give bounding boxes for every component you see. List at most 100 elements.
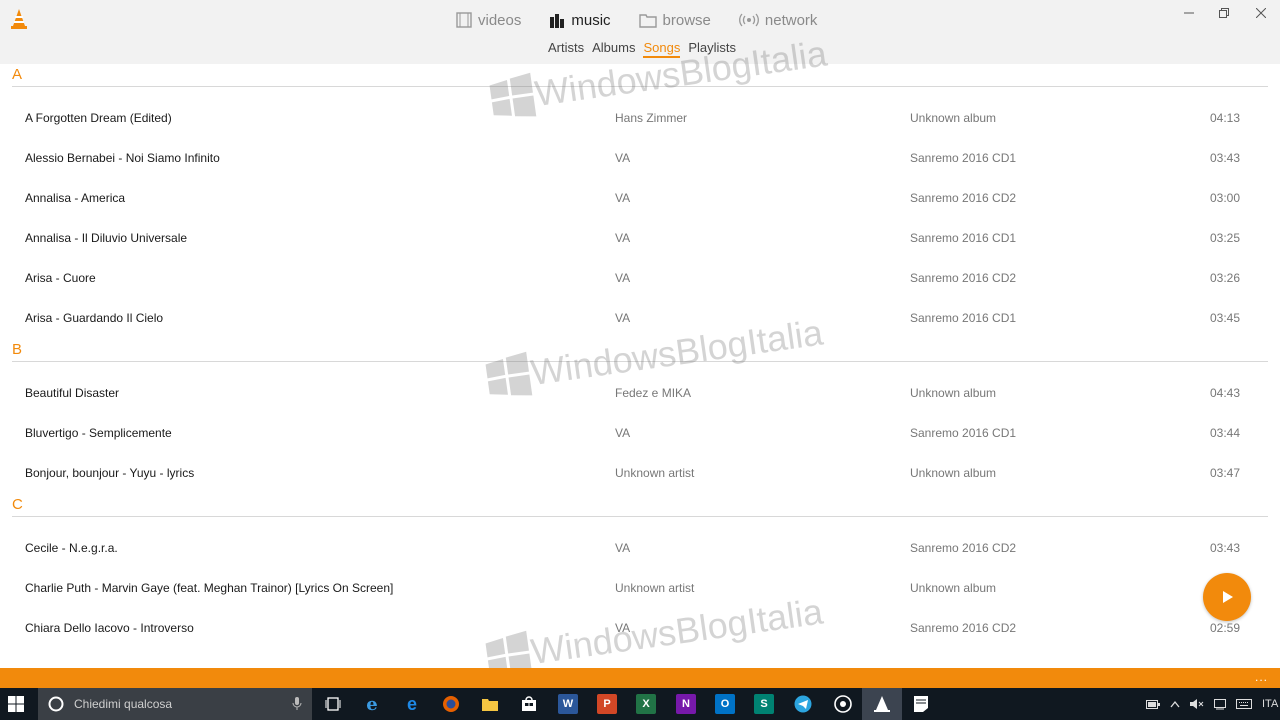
song-artist: Hans Zimmer: [615, 111, 688, 125]
close-button[interactable]: [1252, 4, 1270, 22]
song-duration: 03:43: [1209, 151, 1240, 165]
vlc-icon[interactable]: [872, 694, 892, 714]
nav-network[interactable]: network: [738, 8, 817, 32]
song-row[interactable]: Annalisa - America VA Sanremo 2016 CD2 03:0…: [0, 179, 1280, 219]
notification-icon[interactable]: [1214, 698, 1226, 710]
tab-songs[interactable]: Songs: [643, 40, 681, 58]
song-duration: 03:44: [1209, 426, 1240, 440]
cortana-search-box[interactable]: Chiedimi qualcosa: [38, 688, 312, 720]
song-title: Annalisa - America: [25, 191, 126, 205]
windows-taskbar: Chiedimi qualcosa e e W P X N O S ITA: [0, 688, 1280, 720]
song-album: Unknown album: [910, 581, 997, 595]
group-letter[interactable]: A: [0, 64, 1280, 86]
volume-muted-icon[interactable]: [1190, 698, 1204, 710]
store-icon[interactable]: [519, 694, 539, 714]
song-artist: VA: [615, 151, 631, 165]
close-icon: [1256, 8, 1266, 18]
nav-videos[interactable]: videos: [456, 8, 521, 32]
song-title: Bluvertigo - Semplicemente: [25, 426, 172, 440]
song-row[interactable]: Chiara Dello Iacovo - Introverso VA Sanrem…: [0, 609, 1280, 649]
song-row[interactable]: Arisa - Guardando Il Cielo VA Sanremo 2016…: [0, 299, 1280, 339]
film-icon: [456, 12, 472, 28]
nav-music[interactable]: music: [549, 8, 611, 32]
song-row[interactable]: A Forgotten Dream (Edited) Hans Zimmer Unk…: [0, 99, 1280, 139]
excel-icon[interactable]: X: [636, 694, 656, 714]
song-album: Unknown album: [910, 466, 997, 480]
word-icon[interactable]: W: [558, 694, 578, 714]
play-button[interactable]: [1203, 573, 1251, 621]
more-options-button[interactable]: ...: [1255, 670, 1268, 684]
song-title: Beautiful Disaster: [25, 386, 120, 400]
vlc-logo-icon: [11, 9, 27, 29]
song-title: A Forgotten Dream (Edited): [25, 111, 172, 125]
song-album: Unknown album: [910, 386, 997, 400]
song-artist: Unknown artist: [615, 466, 695, 480]
onenote-icon[interactable]: N: [676, 694, 696, 714]
song-title: Arisa - Cuore: [25, 271, 96, 285]
song-row[interactable]: Beautiful Disaster Fedez e MIKA Unknown al…: [0, 374, 1280, 414]
nav-music-label: music: [571, 11, 611, 29]
song-duration: 03:26: [1209, 271, 1240, 285]
restore-icon: [1219, 8, 1229, 18]
music-sub-navigation: Artists Albums Songs Playlists: [548, 40, 744, 58]
microphone-icon[interactable]: [292, 697, 302, 711]
song-duration: 04:13: [1209, 111, 1240, 125]
song-album: Sanremo 2016 CD1: [910, 231, 1017, 245]
song-album: Sanremo 2016 CD1: [910, 311, 1017, 325]
song-row[interactable]: Annalisa - Il Diluvio Universale VA Sanrem…: [0, 219, 1280, 259]
nav-browse[interactable]: browse: [638, 8, 711, 32]
song-album: Sanremo 2016 CD2: [910, 191, 1017, 205]
tab-artists[interactable]: Artists: [548, 40, 584, 58]
input-language[interactable]: ITA: [1262, 698, 1278, 710]
song-row[interactable]: Alessio Bernabei - Noi Siamo Infinito VA S…: [0, 139, 1280, 179]
song-duration: 03:47: [1209, 466, 1240, 480]
show-hidden-icons-icon[interactable]: [1170, 700, 1180, 708]
internet-explorer-icon[interactable]: e: [362, 694, 382, 715]
song-group-a: A A Forgotten Dream (Edited) Hans Zimmer U…: [0, 64, 1280, 339]
song-artist: VA: [615, 541, 631, 555]
song-album: Sanremo 2016 CD1: [910, 426, 1017, 440]
song-artist: VA: [615, 621, 631, 635]
task-view-icon[interactable]: [323, 694, 343, 714]
firefox-icon[interactable]: [441, 694, 461, 714]
outlook-icon[interactable]: O: [715, 694, 735, 714]
tab-playlists[interactable]: Playlists: [688, 40, 736, 58]
notepad-icon[interactable]: [911, 694, 931, 714]
song-title: Arisa - Guardando Il Cielo: [25, 311, 164, 325]
song-duration: 03:43: [1209, 541, 1240, 555]
windows-start-icon[interactable]: [8, 696, 24, 712]
group-letter[interactable]: C: [0, 494, 1280, 516]
top-bar: videos music browse network Artists Albu…: [0, 0, 1280, 64]
song-row[interactable]: Charlie Puth - Marvin Gaye (feat. Meghan…: [0, 569, 1280, 609]
powerpoint-icon[interactable]: P: [597, 694, 617, 714]
song-row[interactable]: Bonjour, bounjour - Yuyu - lyrics Unknown…: [0, 454, 1280, 494]
song-artist: VA: [615, 311, 631, 325]
main-navigation: videos music browse network: [456, 8, 845, 32]
minimize-button[interactable]: [1180, 4, 1198, 22]
search-placeholder: Chiedimi qualcosa: [74, 697, 173, 711]
song-row[interactable]: Bluvertigo - Semplicemente VA Sanremo 2016…: [0, 414, 1280, 454]
song-duration: 03:45: [1209, 311, 1240, 325]
whatsapp-icon[interactable]: [833, 694, 853, 714]
song-title: Charlie Puth - Marvin Gaye (feat. Meghan…: [25, 581, 394, 595]
edge-icon[interactable]: e: [402, 694, 422, 714]
song-row[interactable]: Cecile - N.e.g.r.a. VA Sanremo 2016 CD2 03:…: [0, 529, 1280, 569]
keyboard-icon[interactable]: [1236, 699, 1252, 709]
sway-icon[interactable]: S: [754, 694, 774, 714]
song-title: Alessio Bernabei - Noi Siamo Infinito: [25, 151, 220, 165]
song-group-c: C Cecile - N.e.g.r.a. VA Sanremo 2016 CD2 0…: [0, 494, 1280, 649]
song-album: Sanremo 2016 CD2: [910, 621, 1017, 635]
file-explorer-icon[interactable]: [480, 694, 500, 714]
group-letter[interactable]: B: [0, 339, 1280, 361]
song-artist: VA: [615, 426, 631, 440]
song-artist: Unknown artist: [615, 581, 695, 595]
nav-browse-label: browse: [662, 11, 711, 29]
telegram-icon[interactable]: [793, 694, 813, 714]
tab-albums[interactable]: Albums: [592, 40, 635, 58]
song-row[interactable]: Arisa - Cuore VA Sanremo 2016 CD2 03:26: [0, 259, 1280, 299]
maximize-button[interactable]: [1215, 4, 1233, 22]
song-artist: Fedez e MIKA: [615, 386, 692, 400]
song-duration: 04:43: [1209, 386, 1240, 400]
battery-icon[interactable]: [1146, 699, 1160, 709]
song-album: Sanremo 2016 CD2: [910, 541, 1017, 555]
